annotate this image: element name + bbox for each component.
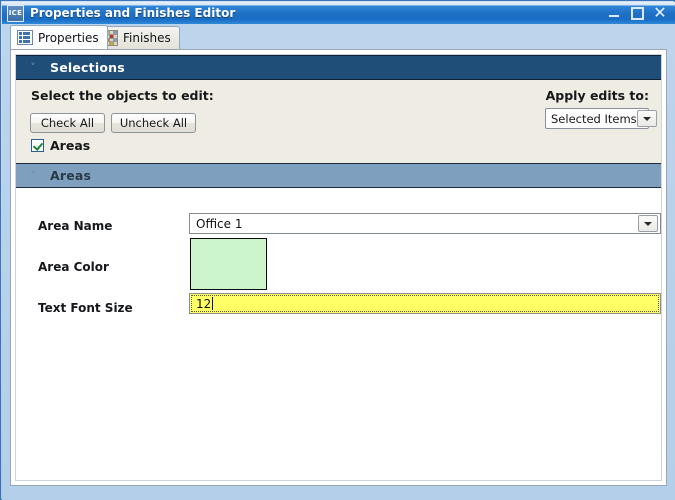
area-name-value: Office 1 <box>196 216 243 231</box>
window-title: Properties and Finishes Editor <box>30 6 236 20</box>
minimize-icon[interactable] <box>607 6 621 20</box>
section-title-selections: Selections <box>50 60 125 75</box>
selections-body: Select the objects to edit: Check All Un… <box>16 80 661 163</box>
selections-prompt: Select the objects to edit: <box>31 88 214 103</box>
chevron-down-icon: ˅ <box>30 169 36 182</box>
tab-finishes-label: Finishes <box>123 31 171 45</box>
chevron-down-icon: ˅ <box>30 61 36 74</box>
area-color-swatch[interactable] <box>190 238 267 290</box>
uncheck-all-button[interactable]: Uncheck All <box>111 113 196 133</box>
window-controls: ✕ <box>607 5 667 21</box>
checkbox-row-areas[interactable]: Areas <box>31 138 90 153</box>
section-title-areas: Areas <box>50 168 92 183</box>
close-icon[interactable]: ✕ <box>653 5 667 21</box>
tab-properties-label: Properties <box>38 30 99 45</box>
application-window: ICE Properties and Finishes Editor ✕ Fin… <box>0 0 675 500</box>
text-font-size-value: 12 <box>196 296 212 311</box>
area-name-dropdown-button[interactable] <box>638 215 658 232</box>
tab-properties[interactable]: Properties <box>10 25 108 49</box>
tab-strip: Finishes Properties <box>2 24 675 49</box>
areas-body: Area Name Office 1 Area Color Text Font … <box>16 188 661 477</box>
properties-panel: ˅ Selections Select the objects to edit:… <box>10 49 667 486</box>
apply-edits-to-value: Selected Items <box>551 111 637 126</box>
area-name-dropdown[interactable]: Office 1 <box>189 213 661 234</box>
checkbox-areas[interactable] <box>31 139 44 152</box>
list-details-icon <box>17 30 33 45</box>
check-all-button[interactable]: Check All <box>30 113 105 133</box>
section-header-areas[interactable]: ˅ Areas <box>16 163 661 188</box>
properties-panel-content: ˅ Selections Select the objects to edit:… <box>15 54 662 481</box>
area-color-label: Area Color <box>38 260 109 274</box>
title-bar: ICE Properties and Finishes Editor ✕ <box>2 2 675 24</box>
window-client-area: Finishes Properties ˅ Selections Select … <box>2 24 675 500</box>
apply-edits-to-dropdown-button[interactable] <box>636 110 657 127</box>
checkbox-areas-label: Areas <box>50 138 91 153</box>
apply-edits-to-dropdown[interactable]: Selected Items <box>545 108 657 129</box>
chevron-down-icon <box>644 221 652 226</box>
maximize-icon[interactable] <box>630 6 644 20</box>
text-font-size-input[interactable]: 12 <box>189 293 661 314</box>
section-header-selections[interactable]: ˅ Selections <box>16 55 661 80</box>
app-icon: ICE <box>7 4 24 22</box>
chevron-down-icon <box>642 116 651 121</box>
area-name-label: Area Name <box>38 219 113 233</box>
apply-edits-to-label: Apply edits to: <box>545 88 649 103</box>
text-cursor <box>212 297 214 310</box>
text-font-size-label: Text Font Size <box>38 301 133 315</box>
